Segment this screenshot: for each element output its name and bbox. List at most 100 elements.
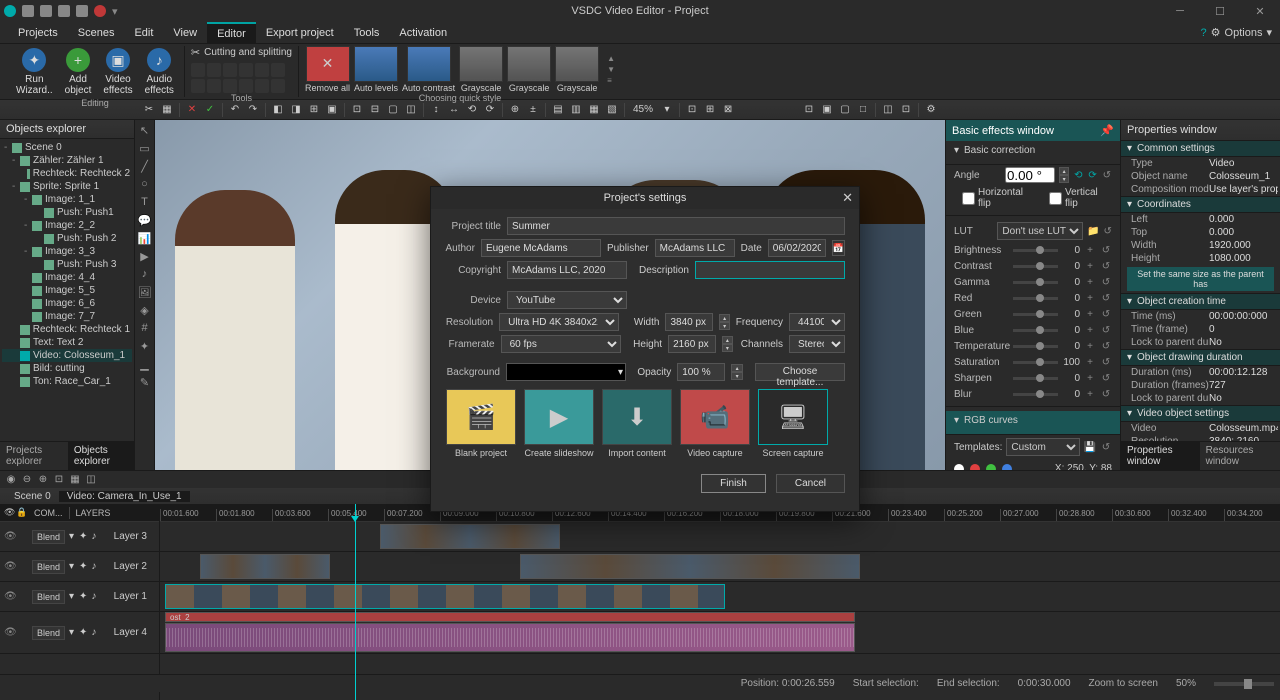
frequency-select[interactable]: 44100 Hz (789, 313, 845, 331)
help-icon[interactable]: ? (1201, 27, 1207, 39)
tool-icon[interactable] (191, 63, 205, 77)
dropdown-icon[interactable]: ▾ (112, 5, 118, 17)
description-input[interactable] (695, 261, 845, 279)
tree-item[interactable]: Rechteck: Rechteck 1 (2, 323, 132, 336)
menu-activation[interactable]: Activation (389, 22, 457, 44)
pin-icon[interactable]: 📌 (1100, 124, 1114, 137)
counter-tool-icon[interactable]: # (137, 320, 153, 336)
tb-icon[interactable]: ▧ (604, 102, 620, 118)
tb-icon[interactable]: ▣ (819, 102, 835, 118)
slider-red[interactable] (1013, 297, 1058, 300)
tree-item[interactable]: Image: 5_5 (2, 284, 132, 297)
reset-icon[interactable]: ↺ (1100, 324, 1112, 336)
curves-template-select[interactable]: Custom (1006, 438, 1080, 456)
save-icon[interactable] (58, 5, 70, 17)
copyright-input[interactable] (507, 261, 627, 279)
tab-objects-explorer[interactable]: Objects explorer (68, 442, 134, 470)
props-coords[interactable]: ▾Coordinates (1121, 196, 1280, 213)
clip[interactable] (380, 524, 560, 549)
tree-item[interactable]: Image: 6_6 (2, 297, 132, 310)
slider-green[interactable] (1013, 313, 1058, 316)
tb-icon[interactable]: ⊞ (702, 102, 718, 118)
dialog-close-icon[interactable]: ✕ (842, 190, 853, 206)
tool-icon[interactable] (271, 63, 285, 77)
rgb-dot-blue[interactable] (1002, 464, 1012, 471)
minimize-button[interactable]: ─ (1160, 0, 1200, 22)
tree-item[interactable]: Ton: Race_Car_1 (2, 375, 132, 388)
eye-icon[interactable]: 👁 (4, 627, 16, 638)
blend-mode[interactable]: Blend (32, 626, 65, 640)
audio-effects-button[interactable]: ♪Audio effects (141, 46, 178, 98)
reset-icon[interactable]: ↺ (1100, 244, 1112, 256)
date-input[interactable] (768, 239, 826, 257)
channels-select[interactable]: Stereo (789, 335, 845, 353)
add-point-icon[interactable]: + (1084, 260, 1096, 272)
spin-up[interactable]: ▴ (1059, 167, 1069, 175)
tb-icon[interactable]: ◨ (288, 102, 304, 118)
tree-item[interactable]: -Image: 1_1 (2, 193, 132, 206)
rect-tool-icon[interactable]: ▭ (137, 140, 153, 156)
lut-browse-icon[interactable]: 📁 (1087, 225, 1099, 237)
video-tool-icon[interactable]: ▶ (137, 248, 153, 264)
add-point-icon[interactable]: + (1084, 244, 1096, 256)
chart-tool-icon[interactable]: 📊 (137, 230, 153, 246)
hflip-checkbox[interactable]: Horizontal flip (962, 187, 1037, 209)
text-tool-icon[interactable]: T (137, 194, 153, 210)
rotate-left-icon[interactable]: ⟲ (1073, 169, 1083, 181)
menu-tools[interactable]: Tools (344, 22, 390, 44)
add-point-icon[interactable]: + (1084, 356, 1096, 368)
zoom-caret-icon[interactable]: ▾ (659, 102, 675, 118)
basic-correction-section[interactable]: ▾Basic correction (946, 141, 1120, 165)
playhead[interactable] (355, 504, 356, 700)
style-grayscale3[interactable] (555, 46, 599, 82)
options-caret-icon[interactable]: ▾ (1266, 26, 1272, 39)
clip[interactable] (200, 554, 330, 579)
tb-icon[interactable]: ⊡ (684, 102, 700, 118)
menu-projects[interactable]: Projects (8, 22, 68, 44)
fx-icon[interactable]: ✦ (79, 531, 87, 542)
gear-icon[interactable]: ⚙ (1211, 26, 1221, 39)
audio-icon[interactable]: ♪ (91, 531, 96, 542)
timeline-layer[interactable]: 👁Blend▾✦♪Layer 1 (0, 582, 159, 612)
timeline-layer[interactable]: 👁Blend▾✦♪Layer 4 (0, 612, 159, 654)
reset-icon[interactable]: ↺ (1100, 340, 1112, 352)
add-object-button[interactable]: +Add object (61, 46, 96, 98)
ellipse-tool-icon[interactable]: ○ (137, 176, 153, 192)
tb-icon[interactable]: ⊞ (306, 102, 322, 118)
add-point-icon[interactable]: + (1084, 372, 1096, 384)
tb-delete-icon[interactable]: ✕ (184, 102, 200, 118)
track[interactable] (160, 582, 1280, 612)
template-slideshow[interactable]: ▶Create slideshow (523, 389, 595, 458)
reset-icon[interactable]: ↺ (1100, 388, 1112, 400)
new-icon[interactable] (22, 5, 34, 17)
tb-icon[interactable]: ◫ (880, 102, 896, 118)
slider-contrast[interactable] (1013, 265, 1058, 268)
tree-item[interactable]: Rechteck: Rechteck 2 (2, 167, 132, 180)
tb-check-icon[interactable]: ✓ (202, 102, 218, 118)
template-blank[interactable]: 🎬Blank project (445, 389, 517, 458)
slider-gamma[interactable] (1013, 281, 1058, 284)
tab-projects-explorer[interactable]: Projects explorer (0, 442, 68, 470)
timeline-layer[interactable]: 👁Blend▾✦♪Layer 3 (0, 522, 159, 552)
tb-icon[interactable]: ⊡ (349, 102, 365, 118)
fx-icon[interactable]: ✦ (79, 591, 87, 602)
tb-icon[interactable]: ⟲ (464, 102, 480, 118)
props-creation[interactable]: ▾Object creation time (1121, 293, 1280, 310)
tool-icon[interactable] (223, 79, 237, 93)
eye-icon[interactable]: 👁 (4, 591, 16, 602)
same-size-button[interactable]: Set the same size as the parent has (1127, 267, 1274, 291)
tree-item[interactable]: Text: Text 2 (2, 336, 132, 349)
tool-icon[interactable] (271, 79, 285, 93)
audio-icon[interactable]: ♪ (91, 561, 96, 572)
props-common[interactable]: ▾Common settings (1121, 140, 1280, 157)
menu-export[interactable]: Export project (256, 22, 344, 44)
tc-icon[interactable]: ▦ (68, 473, 82, 487)
tb-icon[interactable]: ◫ (403, 102, 419, 118)
tb-icon[interactable]: ▦ (159, 102, 175, 118)
tree-item[interactable]: Push: Push 3 (2, 258, 132, 271)
style-up-icon[interactable]: ▲ (607, 54, 615, 63)
opacity-input[interactable] (677, 363, 725, 381)
free-tool-icon[interactable]: ✎ (137, 374, 153, 390)
tb-icon[interactable]: ⊕ (507, 102, 523, 118)
slider-saturation[interactable] (1013, 361, 1058, 364)
